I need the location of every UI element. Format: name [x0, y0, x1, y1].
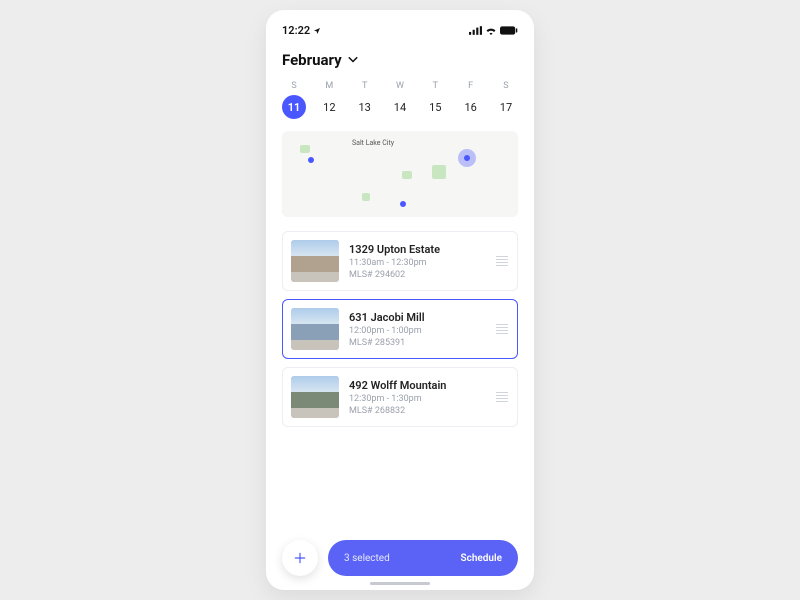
- listing-thumbnail: [291, 376, 339, 418]
- dow: T: [353, 81, 377, 91]
- listing-mls: MLS# 268832: [349, 406, 485, 416]
- add-button[interactable]: [282, 540, 318, 576]
- map-current-location[interactable]: [458, 149, 476, 167]
- listing-thumbnail: [291, 308, 339, 350]
- date-cell[interactable]: 14: [388, 95, 412, 119]
- battery-icon: [500, 26, 518, 35]
- dow: F: [459, 81, 483, 91]
- status-bar: 12:22: [282, 24, 518, 37]
- listing-text: 631 Jacobi Mill 12:00pm - 1:00pm MLS# 28…: [349, 311, 485, 348]
- chevron-down-icon: [348, 57, 358, 63]
- dow: W: [388, 81, 412, 91]
- listing-card[interactable]: 492 Wolff Mountain 12:30pm - 1:30pm MLS#…: [282, 367, 518, 427]
- listing-title: 1329 Upton Estate: [349, 243, 485, 256]
- map-city-label: Salt Lake City: [352, 139, 394, 147]
- month-title: February: [282, 51, 342, 69]
- listing-thumbnail: [291, 240, 339, 282]
- map-view[interactable]: Salt Lake City: [282, 131, 518, 217]
- date-cell[interactable]: 15: [423, 95, 447, 119]
- dates-row: 11 12 13 14 15 16 17: [282, 95, 518, 119]
- listing-card[interactable]: 631 Jacobi Mill 12:00pm - 1:00pm MLS# 28…: [282, 299, 518, 359]
- date-cell[interactable]: 16: [459, 95, 483, 119]
- map-park: [432, 165, 446, 179]
- schedule-label: Schedule: [461, 553, 502, 564]
- listing-card[interactable]: 1329 Upton Estate 11:30am - 12:30pm MLS#…: [282, 231, 518, 291]
- dow: M: [317, 81, 341, 91]
- schedule-button[interactable]: 3 selected Schedule: [328, 540, 518, 576]
- map-park: [300, 145, 310, 153]
- map-park: [402, 171, 412, 179]
- listing-time: 12:30pm - 1:30pm: [349, 394, 485, 404]
- bottom-bar: 3 selected Schedule: [282, 540, 518, 576]
- listing-mls: MLS# 294602: [349, 270, 485, 280]
- home-indicator[interactable]: [370, 582, 430, 585]
- drag-handle-icon[interactable]: [495, 256, 509, 266]
- map-pin[interactable]: [308, 157, 314, 163]
- listing-title: 631 Jacobi Mill: [349, 311, 485, 324]
- listing-title: 492 Wolff Mountain: [349, 379, 485, 392]
- listing-time: 11:30am - 12:30pm: [349, 258, 485, 268]
- date-cell[interactable]: 13: [353, 95, 377, 119]
- listing-text: 492 Wolff Mountain 12:30pm - 1:30pm MLS#…: [349, 379, 485, 416]
- weekday-row: S M T W T F S: [282, 81, 518, 91]
- dow: S: [282, 81, 306, 91]
- plus-icon: [293, 551, 307, 565]
- location-icon: [313, 27, 321, 35]
- map-pin[interactable]: [400, 201, 406, 207]
- phone-frame: 12:22 February S M T W T F S 11 12 13 14…: [266, 10, 534, 590]
- listing-mls: MLS# 285391: [349, 338, 485, 348]
- wifi-icon: [485, 26, 497, 35]
- date-cell[interactable]: 11: [282, 95, 306, 119]
- date-cell[interactable]: 17: [494, 95, 518, 119]
- listing-time: 12:00pm - 1:00pm: [349, 326, 485, 336]
- cellular-icon: [469, 26, 482, 35]
- month-selector[interactable]: February: [282, 51, 518, 69]
- dow: T: [423, 81, 447, 91]
- status-time: 12:22: [282, 24, 310, 37]
- map-park: [362, 193, 370, 201]
- drag-handle-icon[interactable]: [495, 324, 509, 334]
- drag-handle-icon[interactable]: [495, 392, 509, 402]
- selected-count: 3 selected: [344, 553, 390, 564]
- dow: S: [494, 81, 518, 91]
- date-cell[interactable]: 12: [317, 95, 341, 119]
- listing-text: 1329 Upton Estate 11:30am - 12:30pm MLS#…: [349, 243, 485, 280]
